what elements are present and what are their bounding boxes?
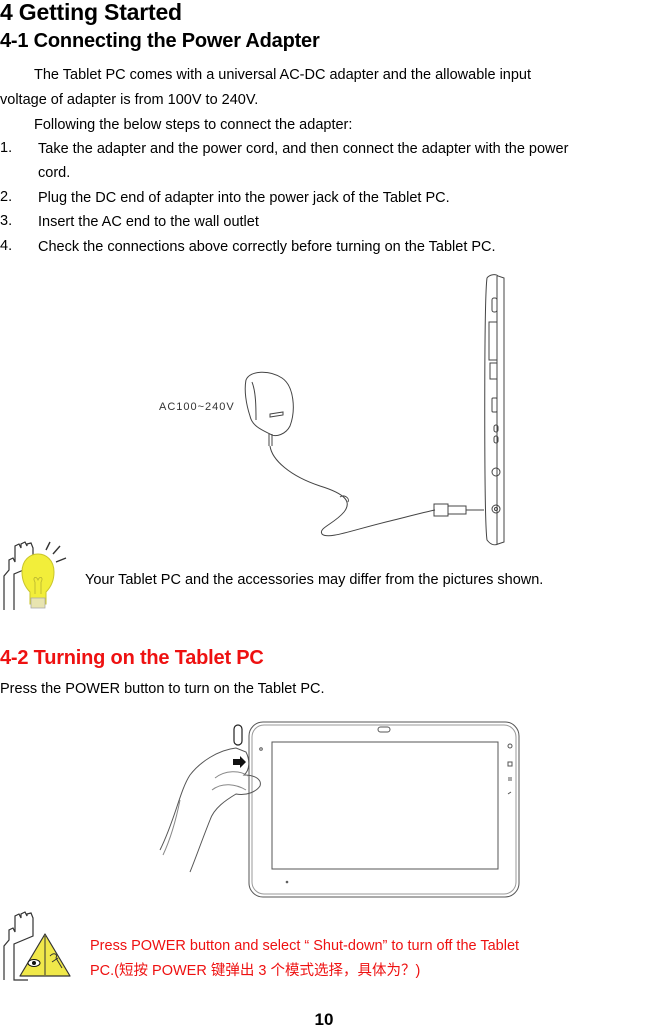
- tablet-screen: [271, 741, 499, 870]
- hand-warning-icon: [3, 911, 71, 981]
- power-button-illustration: [159, 721, 520, 898]
- tablet-front-body: [248, 721, 520, 898]
- warning-text-line2: PC.(短按 POWER 键弹出 3 个模式选择，具体为？): [90, 963, 421, 979]
- hand: [159, 747, 261, 873]
- page-number: 10: [314, 1010, 334, 1029]
- warning-text-line1: Press POWER button and select “ Shut-dow…: [90, 938, 520, 954]
- arrow-right-icon: [233, 756, 246, 768]
